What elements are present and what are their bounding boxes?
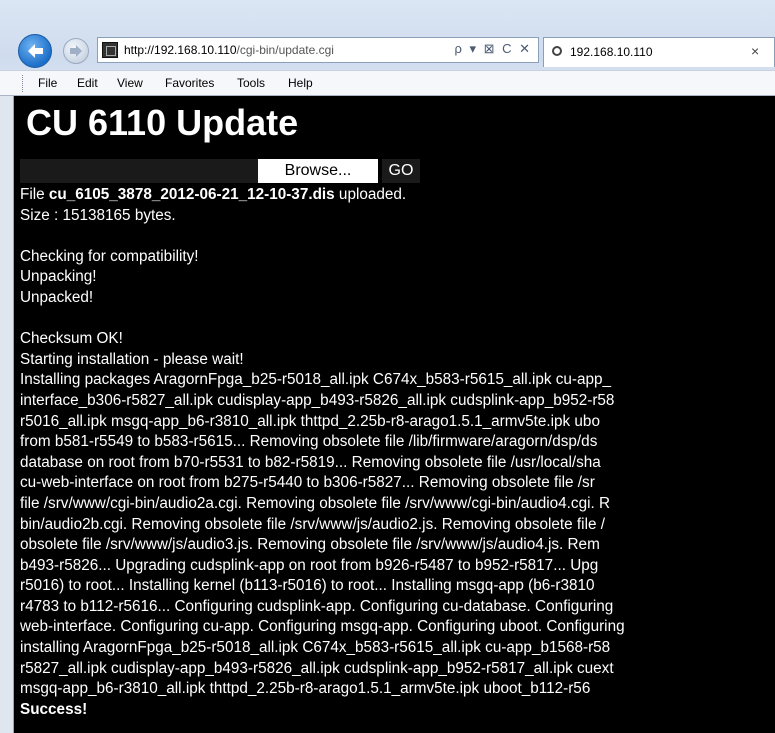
- menu-edit[interactable]: Edit: [77, 76, 98, 90]
- menu-tools[interactable]: Tools: [237, 76, 265, 90]
- file-name: cu_6105_3878_2012-06-21_12-10-37.dis: [48, 186, 335, 203]
- address-tools-icons[interactable]: ρ ▾ ⊠ C ✕: [454, 41, 532, 57]
- log-line: Starting installation - please wait!: [20, 350, 244, 368]
- log-line: r4783 to b112-r5616... Configuring cudsp…: [20, 597, 614, 615]
- log-line: database on root from b70-r5531 to b82-r…: [20, 453, 601, 471]
- loading-icon: [552, 46, 562, 56]
- log-line: obsolete file /srv/www/js/audio3.js. Rem…: [20, 536, 600, 554]
- log-line: Checksum OK!: [20, 330, 123, 348]
- back-arrow-icon: [28, 44, 43, 58]
- menu-bar: File Edit View Favorites Tools Help: [0, 70, 775, 96]
- success-message: Success!: [20, 700, 88, 718]
- log-line: Unpacked!: [20, 288, 94, 306]
- page-title: CU 6110 Update: [26, 102, 299, 143]
- browser-tab[interactable]: 192.168.10.110 ×: [543, 37, 775, 67]
- log-line: file /srv/www/cgi-bin/audio2a.cgi. Remov…: [20, 494, 611, 512]
- browse-button[interactable]: Browse...: [258, 159, 378, 183]
- log-line: r5016) to root... Installing kernel (b11…: [20, 577, 595, 595]
- log-line: installing AragornFpga_b25-r5018_all.ipk…: [20, 639, 611, 657]
- log-line: r5827_all.ipk cudisplay-app_b493-r5826_a…: [20, 659, 614, 677]
- forward-button[interactable]: [63, 38, 89, 64]
- page-content: CU 6110 Update Browse... GO File cu_6105…: [14, 96, 775, 733]
- file-suffix: uploaded.: [334, 186, 407, 203]
- log-line: from b581-r5549 to b583-r5615... Removin…: [20, 433, 598, 451]
- file-path-input[interactable]: [20, 159, 260, 183]
- update-log: File cu_6105_3878_2012-06-21_12-10-37.di…: [20, 185, 775, 720]
- log-line: interface_b306-r5827_all.ipk cudisplay-a…: [20, 391, 615, 409]
- file-prefix: File: [20, 186, 49, 203]
- forward-arrow-icon: [70, 45, 82, 57]
- go-button[interactable]: GO: [382, 159, 420, 183]
- log-line: msgq-app_b6-r3810_all.ipk thttpd_2.25b-r…: [20, 680, 591, 698]
- url-text[interactable]: http://192.168.10.110/cgi-bin/update.cgi: [124, 43, 334, 57]
- log-line: r5016_all.ipk msgq-app_b6-r3810_all.ipk …: [20, 412, 600, 430]
- menu-grip: [22, 75, 26, 92]
- menu-file[interactable]: File: [38, 76, 57, 90]
- menu-view[interactable]: View: [117, 76, 143, 90]
- address-bar[interactable]: http://192.168.10.110/cgi-bin/update.cgi…: [97, 37, 539, 63]
- log-line: b493-r5826... Upgrading cudsplink-app on…: [20, 556, 599, 574]
- size-line: Size : 15138165 bytes.: [20, 206, 176, 224]
- url-path: /cgi-bin/update.cgi: [236, 43, 334, 57]
- window-left-frame: [0, 96, 14, 733]
- tab-close-icon[interactable]: ×: [751, 43, 759, 59]
- menu-help[interactable]: Help: [288, 76, 313, 90]
- log-line: Installing packages AragornFpga_b25-r501…: [20, 371, 612, 389]
- log-line: Checking for compatibility!: [20, 247, 199, 265]
- log-line: bin/audio2b.cgi. Removing obsolete file …: [20, 515, 605, 533]
- log-line: Unpacking!: [20, 268, 97, 286]
- url-host: http://192.168.10.110: [124, 43, 237, 57]
- log-line: web-interface. Configuring cu-app. Confi…: [20, 618, 625, 636]
- back-button[interactable]: [18, 34, 52, 68]
- browser-chrome: http://192.168.10.110/cgi-bin/update.cgi…: [0, 0, 775, 96]
- log-line: cu-web-interface on root from b275-r5440…: [20, 474, 595, 492]
- site-favicon-icon: [102, 42, 118, 58]
- menu-favorites[interactable]: Favorites: [165, 76, 214, 90]
- tab-title: 192.168.10.110: [570, 45, 653, 59]
